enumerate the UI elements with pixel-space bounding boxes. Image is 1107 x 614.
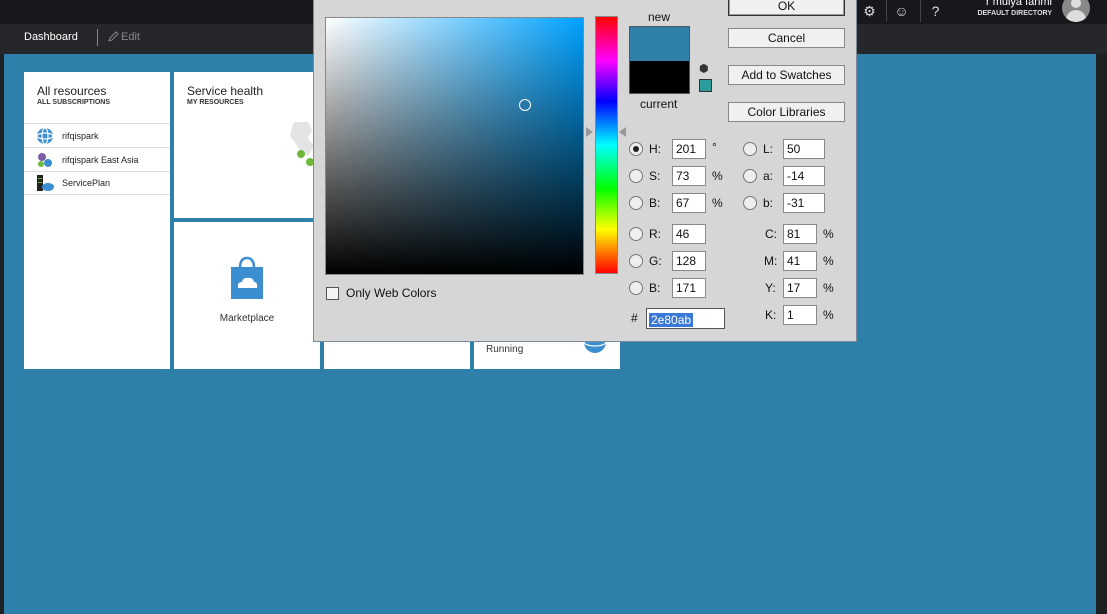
web-app-icon: [36, 126, 54, 145]
hue-radio[interactable]: [629, 142, 643, 156]
b-channel-radio[interactable]: [743, 196, 757, 210]
color-libraries-button[interactable]: Color Libraries: [728, 102, 845, 122]
user-directory[interactable]: DEFAULT DIRECTORY: [955, 10, 1052, 17]
ok-button[interactable]: OK: [728, 0, 845, 16]
gear-icon[interactable]: ⚙: [854, 0, 884, 22]
hue-slider-arrow-left[interactable]: [586, 127, 593, 137]
hidden-tile[interactable]: [324, 340, 470, 369]
saturation-radio[interactable]: [629, 169, 643, 183]
black-unit: %: [823, 308, 834, 322]
brightness-radio[interactable]: [629, 196, 643, 210]
magenta-label: M:: [764, 254, 778, 268]
hue-slider[interactable]: [595, 16, 618, 274]
green-input[interactable]: 128: [672, 251, 706, 271]
user-name[interactable]: r mulya fahmi: [970, 0, 1052, 8]
brightness-input[interactable]: 67: [672, 193, 706, 213]
running-label: Running: [486, 344, 524, 355]
new-color-swatch: [630, 27, 689, 61]
service-plan-icon: [36, 174, 54, 192]
color-picker-dialog: Only Web Colors new current ⬢ OK Cancel …: [313, 0, 857, 342]
brightness-label: B:: [649, 196, 661, 210]
yellow-input[interactable]: 17: [783, 278, 817, 298]
cyan-unit: %: [823, 227, 834, 241]
brightness-unit: %: [712, 196, 723, 210]
b-channel-input[interactable]: -31: [783, 193, 825, 213]
add-to-swatches-button[interactable]: Add to Swatches: [728, 65, 845, 85]
saturation-input[interactable]: 73: [672, 166, 706, 186]
marketplace-label: Marketplace: [219, 313, 275, 324]
lightness-input[interactable]: 50: [783, 139, 825, 159]
list-item-label: rifqispark: [62, 130, 99, 141]
list-item[interactable]: ServicePlan: [24, 171, 170, 195]
tile-title: Service health: [187, 84, 264, 98]
list-item[interactable]: rifqispark East Asia: [24, 147, 170, 171]
color-handle[interactable]: [519, 99, 531, 111]
all-resources-tile[interactable]: All resources ALL SUBSCRIPTIONS rifqispa…: [24, 72, 170, 369]
red-label: R:: [649, 227, 661, 241]
cancel-button[interactable]: Cancel: [728, 28, 845, 48]
tile-title: All resources: [37, 84, 107, 98]
cyan-input[interactable]: 81: [783, 224, 817, 244]
hue-label: H:: [649, 142, 661, 156]
a-channel-label: a:: [763, 169, 774, 183]
red-input[interactable]: 46: [672, 224, 706, 244]
saturation-unit: %: [712, 169, 723, 183]
black-label: K:: [765, 308, 777, 322]
magenta-input[interactable]: 41: [783, 251, 817, 271]
tile-subtitle: ALL SUBSCRIPTIONS: [37, 99, 110, 106]
yellow-unit: %: [823, 281, 834, 295]
color-preview: [629, 26, 690, 94]
saturation-brightness-field[interactable]: [325, 17, 584, 275]
magenta-unit: %: [823, 254, 834, 268]
black-input[interactable]: 1: [783, 305, 817, 325]
green-label: G:: [649, 254, 662, 268]
saturation-label: S:: [649, 169, 661, 183]
tile-subtitle: MY RESOURCES: [187, 99, 244, 106]
edit-label: Edit: [121, 31, 140, 43]
only-web-colors-option[interactable]: Only Web Colors: [326, 286, 436, 300]
app-service-icon: [36, 151, 54, 169]
service-health-tile[interactable]: Service health MY RESOURCES: [174, 72, 320, 218]
only-web-colors-checkbox[interactable]: [326, 286, 339, 300]
current-label: current: [640, 97, 678, 111]
divider: [97, 29, 98, 46]
a-channel-radio[interactable]: [743, 169, 757, 183]
list-item-label: ServicePlan: [62, 178, 111, 188]
hex-label: #: [631, 311, 638, 325]
red-radio[interactable]: [629, 227, 643, 241]
avatar[interactable]: [1062, 0, 1090, 22]
lightness-label: L:: [763, 142, 774, 156]
a-channel-input[interactable]: -14: [783, 166, 825, 186]
hex-input[interactable]: 2e80ab: [646, 308, 725, 329]
blue-radio[interactable]: [629, 281, 643, 295]
current-color-swatch[interactable]: [630, 61, 689, 93]
only-web-colors-label: Only Web Colors: [346, 286, 437, 300]
new-label: new: [648, 10, 671, 24]
list-item[interactable]: rifqispark: [24, 123, 170, 147]
dashboard-tab[interactable]: Dashboard: [24, 31, 78, 43]
cube-icon[interactable]: ⬢: [699, 63, 711, 75]
pencil-icon: [108, 31, 119, 42]
yellow-label: Y:: [765, 281, 776, 295]
help-icon[interactable]: ?: [920, 0, 950, 22]
hue-input[interactable]: 201: [672, 139, 706, 159]
b-channel-label: b:: [763, 196, 774, 210]
cyan-label: C:: [765, 227, 777, 241]
hue-slider-arrow-right[interactable]: [619, 127, 626, 137]
blue-label: B:: [649, 281, 661, 295]
web-safe-color-icon[interactable]: [699, 79, 712, 92]
shopping-bag-icon: [231, 256, 263, 299]
list-item-label: rifqispark East Asia: [62, 154, 139, 165]
running-tile[interactable]: Running: [474, 340, 620, 369]
lightness-radio[interactable]: [743, 142, 757, 156]
green-radio[interactable]: [629, 254, 643, 268]
blue-input[interactable]: 171: [672, 278, 706, 298]
web-app-icon: [583, 340, 607, 353]
hex-value: 2e80ab: [649, 313, 694, 327]
hue-unit: °: [712, 140, 717, 154]
edit-button[interactable]: Edit: [108, 31, 140, 43]
smiley-icon[interactable]: ☺: [886, 0, 916, 22]
marketplace-tile[interactable]: Marketplace: [174, 222, 320, 369]
